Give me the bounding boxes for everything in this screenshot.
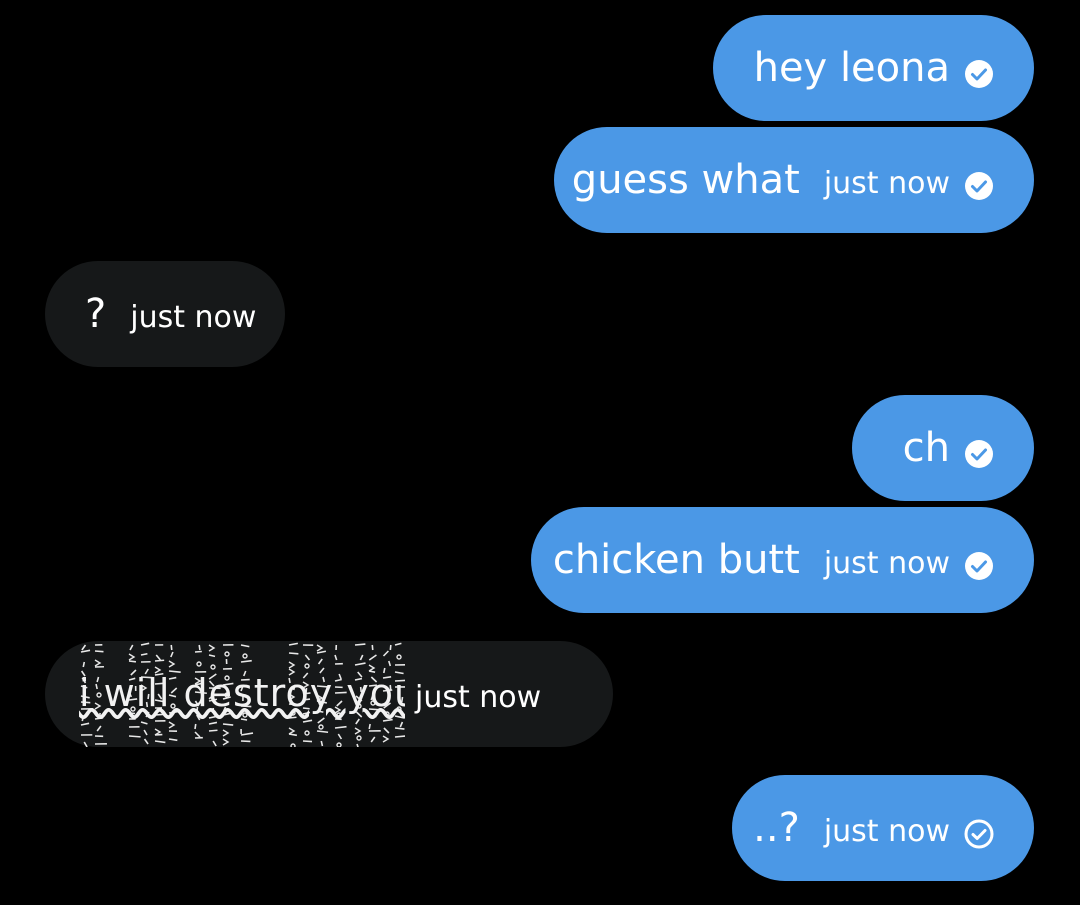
message-bubble-sent[interactable]: ch	[852, 395, 1034, 501]
message-text: hey leona	[753, 45, 950, 91]
message-text: i will destroy you	[79, 671, 405, 715]
message-timestamp: just now	[823, 166, 950, 201]
message-bubble-sent[interactable]: ..? just now	[732, 775, 1034, 881]
message-text: ?	[85, 291, 107, 337]
outline-check-circle-icon	[964, 819, 994, 849]
message-text: chicken butt	[552, 537, 800, 583]
message-bubble-sent[interactable]: hey leona	[713, 15, 1034, 121]
message-text: guess what	[571, 157, 800, 203]
filled-check-circle-icon	[964, 59, 994, 89]
filled-check-circle-icon	[964, 551, 994, 581]
message-bubble-sent[interactable]: chicken butt just now	[531, 507, 1034, 613]
message-bubble-sent[interactable]: guess what just now	[554, 127, 1034, 233]
message-timestamp: just now	[415, 680, 542, 715]
message-timestamp: just now	[823, 814, 950, 849]
message-bubble-received[interactable]: ? just now	[45, 261, 285, 367]
message-text: ..?	[753, 805, 800, 851]
message-bubble-received-glitch[interactable]: i will destroy you just now	[45, 641, 613, 747]
glitch-effect: i will destroy you	[45, 641, 405, 747]
message-text: ch	[902, 425, 950, 471]
message-timestamp: just now	[823, 546, 950, 581]
filled-check-circle-icon	[964, 171, 994, 201]
filled-check-circle-icon	[964, 439, 994, 469]
message-timestamp: just now	[130, 300, 257, 335]
